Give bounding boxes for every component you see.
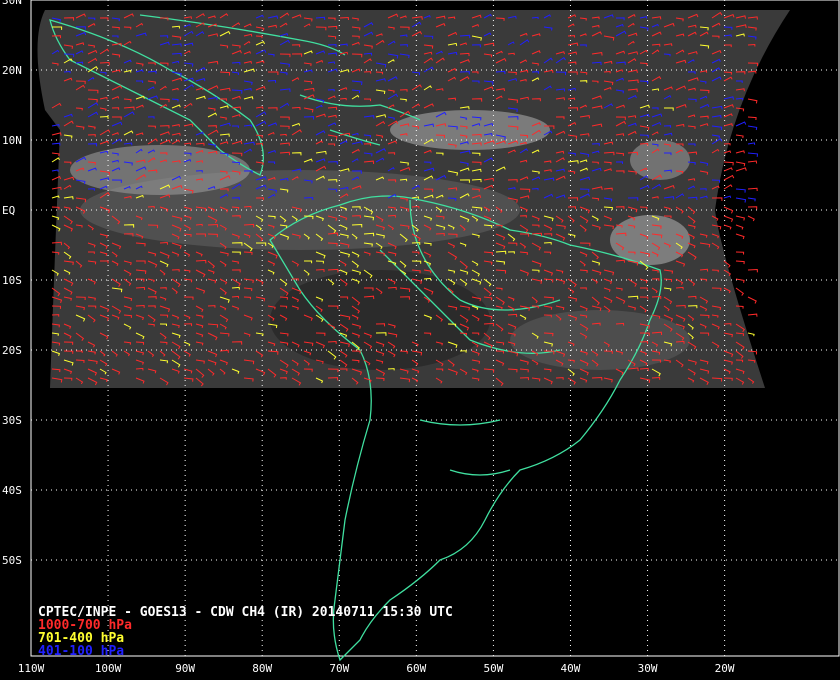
lon-label: 60W xyxy=(406,662,426,675)
lat-label: 30N xyxy=(2,0,22,7)
lat-label: 10N xyxy=(2,134,22,147)
lon-label: 20W xyxy=(715,662,735,675)
lon-label: 30W xyxy=(638,662,658,675)
lat-label: 10S xyxy=(2,274,22,287)
lat-label: 40S xyxy=(2,484,22,497)
lon-label: 100W xyxy=(95,662,122,675)
lon-label: 110W xyxy=(18,662,45,675)
lon-label: 40W xyxy=(561,662,581,675)
legend-high-level: 401-100 hPa xyxy=(38,644,124,659)
lon-label: 80W xyxy=(252,662,272,675)
lon-label: 70W xyxy=(329,662,349,675)
lat-label: EQ xyxy=(2,204,15,217)
lat-label: 20S xyxy=(2,344,22,357)
lat-label: 20N xyxy=(2,64,22,77)
lon-label: 50W xyxy=(483,662,503,675)
lat-label: 50S xyxy=(2,554,22,567)
satellite-wind-map: CPTEC/INPE - GOES13 - CDW CH4 (IR) 20140… xyxy=(0,0,840,680)
lon-label: 90W xyxy=(175,662,195,675)
lat-label: 30S xyxy=(2,414,22,427)
